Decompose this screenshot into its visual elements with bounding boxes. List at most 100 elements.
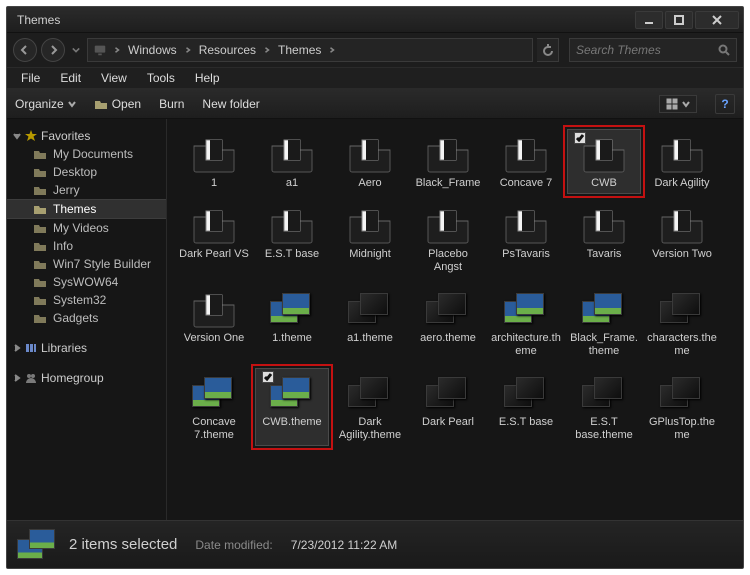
item-label: Black_Frame.theme xyxy=(569,332,639,358)
back-button[interactable] xyxy=(13,38,37,62)
organize-button[interactable]: Organize xyxy=(15,97,76,111)
item-label: Dark Pearl VS xyxy=(179,248,249,261)
sidebar-item[interactable]: Themes xyxy=(7,199,166,219)
new-folder-button[interactable]: New folder xyxy=(202,97,259,111)
item-label: 1.theme xyxy=(272,332,312,345)
folder-item[interactable]: 1 xyxy=(177,129,251,194)
file-item[interactable]: E.S.T base xyxy=(489,368,563,446)
file-item[interactable]: Concave 7.theme xyxy=(177,368,251,446)
breadcrumb-windows[interactable]: Windows xyxy=(124,39,181,61)
file-item[interactable]: Dark Pearl xyxy=(411,368,485,446)
item-label: CWB.theme xyxy=(262,416,321,429)
burn-button[interactable]: Burn xyxy=(159,97,184,111)
folder-item[interactable]: Placebo Angst xyxy=(411,200,485,278)
folder-icon xyxy=(267,204,317,246)
file-item[interactable]: Black_Frame.theme xyxy=(567,284,641,362)
computer-icon[interactable] xyxy=(92,42,108,58)
folder-item[interactable]: PsTavaris xyxy=(489,200,563,278)
folder-item[interactable]: CWB xyxy=(567,129,641,194)
folder-item[interactable]: Dark Agility xyxy=(645,129,719,194)
item-label: CWB xyxy=(591,177,617,190)
breadcrumb-themes[interactable]: Themes xyxy=(274,39,325,61)
close-button[interactable] xyxy=(695,11,739,29)
history-dropdown[interactable] xyxy=(69,40,83,60)
sidebar-item[interactable]: My Videos xyxy=(7,219,166,237)
expand-icon xyxy=(13,344,21,352)
sidebar-item[interactable]: Info xyxy=(7,237,166,255)
sidebar-libraries-header[interactable]: Libraries xyxy=(7,339,166,357)
folder-icon xyxy=(579,204,629,246)
folder-item[interactable]: Concave 7 xyxy=(489,129,563,194)
search-input[interactable]: Search Themes xyxy=(569,38,737,62)
sidebar-favorites-header[interactable]: Favorites xyxy=(7,127,166,145)
folder-item[interactable]: Dark Pearl VS xyxy=(177,200,251,278)
file-item[interactable]: aero.theme xyxy=(411,284,485,362)
item-label: Black_Frame xyxy=(416,177,481,190)
chevron-right-icon[interactable] xyxy=(181,39,195,61)
folder-item[interactable]: Aero xyxy=(333,129,407,194)
maximize-button[interactable] xyxy=(665,11,693,29)
folder-icon xyxy=(657,133,707,175)
sidebar-item[interactable]: Jerry xyxy=(7,181,166,199)
forward-button[interactable] xyxy=(41,38,65,62)
sidebar-item[interactable]: Desktop xyxy=(7,163,166,181)
folder-item[interactable]: Tavaris xyxy=(567,200,641,278)
sidebar-item[interactable]: System32 xyxy=(7,291,166,309)
theme-file-icon xyxy=(345,288,395,330)
chevron-right-icon[interactable] xyxy=(325,39,339,61)
sidebar-item[interactable]: My Documents xyxy=(7,145,166,163)
menu-tools[interactable]: Tools xyxy=(137,68,185,88)
item-label: aero.theme xyxy=(420,332,476,345)
item-label: Version One xyxy=(184,332,245,345)
menu-file[interactable]: File xyxy=(11,68,50,88)
folder-icon xyxy=(33,311,47,325)
file-item[interactable]: characters.theme xyxy=(645,284,719,362)
folder-icon xyxy=(501,204,551,246)
sidebar-item[interactable]: Gadgets xyxy=(7,309,166,327)
folder-item[interactable]: E.S.T base xyxy=(255,200,329,278)
item-label: Concave 7.theme xyxy=(179,416,249,442)
refresh-button[interactable] xyxy=(537,38,559,62)
folder-icon xyxy=(579,133,629,175)
folder-item[interactable]: Version One xyxy=(177,284,251,362)
menu-view[interactable]: View xyxy=(91,68,137,88)
breadcrumb-resources[interactable]: Resources xyxy=(195,39,260,61)
minimize-button[interactable] xyxy=(635,11,663,29)
sidebar-item[interactable]: Win7 Style Builder xyxy=(7,255,166,273)
view-mode-button[interactable] xyxy=(659,95,697,113)
status-date-label: Date modified: xyxy=(195,538,272,552)
folder-icon xyxy=(423,133,473,175)
help-button[interactable]: ? xyxy=(715,94,735,114)
menu-help[interactable]: Help xyxy=(185,68,230,88)
item-label: E.S.T base xyxy=(265,248,319,261)
sidebar-item[interactable]: SysWOW64 xyxy=(7,273,166,291)
item-label: architecture.theme xyxy=(491,332,561,358)
chevron-right-icon[interactable] xyxy=(110,39,124,61)
item-label: Placebo Angst xyxy=(413,248,483,274)
window-title: Themes xyxy=(11,13,633,27)
folder-item[interactable]: Midnight xyxy=(333,200,407,278)
folder-icon xyxy=(189,288,239,330)
search-icon xyxy=(718,44,730,56)
file-item[interactable]: Dark Agility.theme xyxy=(333,368,407,446)
theme-file-icon xyxy=(267,372,317,414)
file-item[interactable]: 1.theme xyxy=(255,284,329,362)
grid-icon xyxy=(666,98,678,110)
item-label: Concave 7 xyxy=(500,177,553,190)
file-item[interactable]: a1.theme xyxy=(333,284,407,362)
folder-item[interactable]: Black_Frame xyxy=(411,129,485,194)
open-button[interactable]: Open xyxy=(94,97,141,111)
item-label: Aero xyxy=(358,177,381,190)
file-item[interactable]: CWB.theme xyxy=(255,368,329,446)
folder-item[interactable]: Version Two xyxy=(645,200,719,278)
file-item[interactable]: E.S.T base.theme xyxy=(567,368,641,446)
folder-item[interactable]: a1 xyxy=(255,129,329,194)
file-item[interactable]: architecture.theme xyxy=(489,284,563,362)
file-grid[interactable]: 1a1 Aero Black_Frame Concave 7 CWB Dark Agili… xyxy=(167,119,743,520)
theme-file-icon xyxy=(501,372,551,414)
menu-edit[interactable]: Edit xyxy=(50,68,91,88)
chevron-right-icon[interactable] xyxy=(260,39,274,61)
file-item[interactable]: GPlusTop.theme xyxy=(645,368,719,446)
sidebar-homegroup-header[interactable]: Homegroup xyxy=(7,369,166,387)
address-bar[interactable]: Windows Resources Themes xyxy=(87,38,533,62)
